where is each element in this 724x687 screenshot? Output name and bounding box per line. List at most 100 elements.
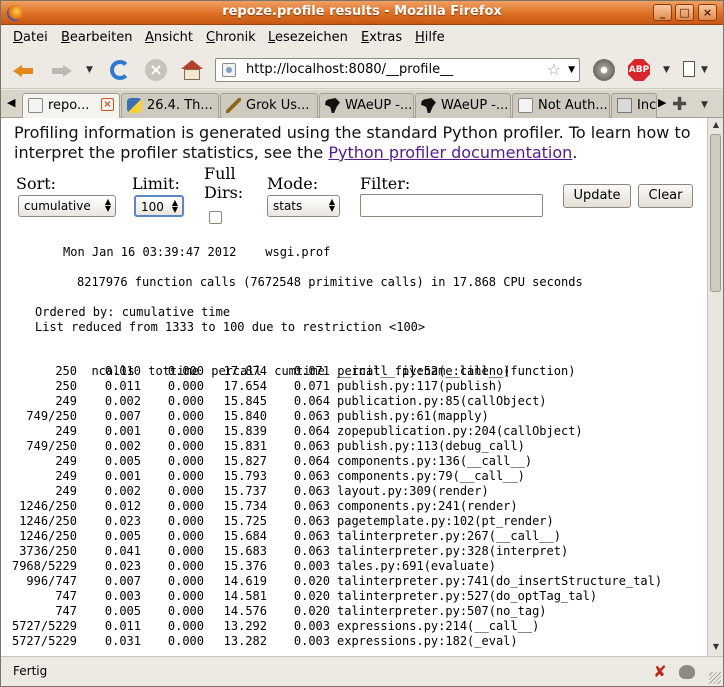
tab-not-authorized[interactable]: Not Auth...: [512, 93, 610, 118]
stop-button[interactable]: ×: [143, 58, 169, 82]
filter-input[interactable]: [360, 194, 543, 217]
tab-repoze-profile[interactable]: repo... ×: [22, 93, 120, 119]
table-row: 249 0.002 0.000 15.845 0.064 publication.py:8…: [1, 394, 707, 409]
folder-icon: [617, 98, 632, 113]
reload-button[interactable]: [107, 58, 133, 82]
minimize-button[interactable]: _: [653, 4, 672, 21]
table-cell: 0.000: [167, 454, 204, 468]
mode-select[interactable]: stats ▲ ▼: [267, 195, 340, 217]
table-cell: 249: [55, 454, 77, 468]
url-text[interactable]: http://localhost:8080/__profile__: [246, 62, 453, 77]
extension-status-icon[interactable]: [679, 665, 695, 679]
back-button[interactable]: [11, 58, 37, 82]
reload-icon: [110, 60, 130, 80]
stats-header-row: ncalls tottime percall cumtime percall filena…: [1, 349, 707, 378]
status-text: Fertig: [13, 664, 48, 678]
menu-bar: Datei Bearbeiten Ansicht Chronik Lesezei…: [1, 26, 723, 50]
adblock-plus-icon[interactable]: ABP: [628, 59, 650, 81]
table-row: 996/747 0.007 0.000 14.619 0.020 talinterpret…: [1, 574, 707, 589]
address-bar[interactable]: http://localhost:8080/__profile__ ☆ ▼: [215, 58, 580, 82]
table-row: 5727/5229 0.011 0.000 13.292 0.003 expression…: [1, 619, 707, 634]
intro-paragraph: Profiling information is generated using…: [14, 123, 691, 162]
menu-bearbeiten[interactable]: Bearbeiten: [61, 30, 132, 45]
full-dirs-checkbox[interactable]: [209, 211, 222, 224]
table-cell: 250: [55, 364, 77, 378]
python-profiler-docs-link[interactable]: Python profiler documentation: [328, 143, 572, 162]
table-cell: 0.063: [293, 439, 330, 453]
limit-select[interactable]: 100 ▲ ▼: [134, 195, 184, 217]
site-identity-icon[interactable]: [222, 63, 236, 77]
table-cell: 0.002: [104, 484, 141, 498]
table-row: 5727/5229 0.031 0.000 13.282 0.003 expression…: [1, 634, 707, 649]
table-cell: 0.000: [167, 604, 204, 618]
table-cell: 249: [55, 394, 77, 408]
table-cell: 0.071: [293, 364, 330, 378]
maximize-button[interactable]: □: [675, 4, 694, 21]
spinner-arrows-icon: ▲ ▼: [328, 197, 335, 213]
table-cell: 0.012: [104, 499, 141, 513]
clear-button[interactable]: Clear: [638, 184, 693, 208]
table-cell: 0.002: [104, 439, 141, 453]
update-button[interactable]: Update: [563, 184, 631, 208]
menu-datei[interactable]: Datei: [13, 30, 48, 45]
table-cell: 15.684: [223, 529, 267, 543]
table-row: 1246/250 0.012 0.000 15.734 0.063 components.…: [1, 499, 707, 514]
scroll-up-icon[interactable]: ▲: [710, 120, 722, 132]
report-summary: 8217976 function calls (7672548 primitiv…: [77, 275, 583, 289]
menu-extras[interactable]: Extras: [361, 30, 402, 45]
tab-inc[interactable]: Inc: [611, 93, 657, 118]
table-cell: 15.737: [223, 484, 267, 498]
resize-grip[interactable]: [709, 672, 721, 684]
table-cell: 13.282: [223, 634, 267, 648]
sort-select[interactable]: cumulative ▲ ▼: [18, 195, 116, 217]
page-menu-dropdown-icon[interactable]: ▼: [701, 65, 708, 75]
tab-close-icon[interactable]: ×: [101, 98, 114, 111]
tab-waeup-2[interactable]: WAeUP -...: [415, 93, 511, 118]
history-dropdown-icon[interactable]: ▼: [86, 65, 93, 75]
report-header: Mon Jan 16 03:39:47 2012 wsgi.prof: [63, 245, 331, 259]
scroll-tabs-right-icon[interactable]: ▶: [658, 96, 666, 109]
sort-label: Sort:: [16, 174, 57, 193]
home-button[interactable]: [179, 58, 205, 82]
table-cell: 0.007: [104, 409, 141, 423]
page-menu-icon[interactable]: [683, 61, 695, 77]
spinner-arrows-icon: ▲ ▼: [104, 197, 111, 213]
url-dropdown-icon[interactable]: ▼: [568, 65, 575, 75]
wand-icon: [226, 98, 241, 113]
adblock-dropdown-icon[interactable]: ▼: [663, 65, 670, 75]
tab-waeup-1[interactable]: WAeUP -...: [319, 93, 414, 118]
bookmark-star-icon[interactable]: ☆: [547, 60, 561, 79]
table-cell: 0.020: [293, 574, 330, 588]
close-button[interactable]: ×: [698, 4, 717, 21]
table-cell: 5727/5229: [11, 634, 77, 648]
scrollbar-thumb[interactable]: [710, 134, 721, 292]
list-all-tabs-icon[interactable]: ▼: [701, 100, 708, 110]
table-cell: 0.064: [293, 394, 330, 408]
table-cell: 249: [55, 484, 77, 498]
report-ordered-by: Ordered by: cumulative time: [35, 305, 231, 319]
menu-lesezeichen[interactable]: Lesezeichen: [268, 30, 348, 45]
python-icon: [127, 98, 142, 113]
stop-icon: ×: [145, 59, 167, 81]
scroll-tabs-left-icon[interactable]: ◀: [7, 96, 15, 109]
table-cell: 0.020: [293, 604, 330, 618]
menu-ansicht[interactable]: Ansicht: [145, 30, 193, 45]
menu-hilfe[interactable]: Hilfe: [415, 30, 445, 45]
table-cell: expressions.py:214(__call__): [337, 619, 540, 633]
vertical-scrollbar[interactable]: ▲ ▼: [707, 118, 723, 656]
table-cell: 249: [55, 469, 77, 483]
new-tab-icon[interactable]: ✚: [672, 94, 687, 115]
table-cell: 0.000: [167, 469, 204, 483]
script-blocker-icon[interactable]: ✘: [651, 663, 669, 681]
profile-stats-table: ncalls tottime percall cumtime percall filena…: [1, 349, 707, 649]
forward-button[interactable]: [49, 58, 75, 82]
table-cell: 15.839: [223, 424, 267, 438]
menu-chronik[interactable]: Chronik: [206, 30, 256, 45]
table-cell: 1246/250: [19, 529, 77, 543]
gear-icon[interactable]: [593, 59, 615, 81]
tab-python-docs[interactable]: 26.4. Th...: [121, 93, 219, 118]
scroll-down-icon[interactable]: ▼: [710, 642, 722, 654]
table-cell: 0.000: [167, 409, 204, 423]
tab-grok[interactable]: Grok Us...: [220, 93, 318, 118]
table-cell: 15.734: [223, 499, 267, 513]
